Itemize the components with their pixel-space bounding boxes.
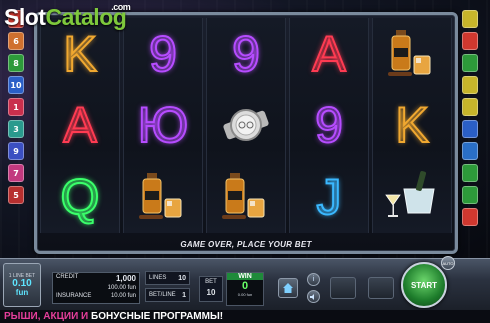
autoplay-button[interactable]: AUTO <box>441 256 455 270</box>
symbol-watch <box>207 90 285 162</box>
ticker-text: БОНУСНЫЕ ПРОГРАММЫ! <box>88 311 224 322</box>
symbol-letter: 9 <box>207 18 285 90</box>
symbol-letter: A <box>41 90 119 162</box>
home-button[interactable] <box>278 278 298 298</box>
bet-per-line-value: 1 <box>182 291 186 299</box>
symbol-glyph: 9 <box>231 25 261 82</box>
symbol-letter: 9 <box>124 18 202 90</box>
line-left-badge: 6 <box>8 32 24 50</box>
symbol-glyph: K <box>394 97 429 154</box>
line-bet-button[interactable]: 1 LINE BET 0.10 fun <box>3 263 41 307</box>
bet-per-line-label: BET/LINE <box>149 292 176 298</box>
credit-sub-value: 100.00 fun <box>107 285 136 291</box>
symbol-glyph: 9 <box>314 97 344 154</box>
logo-text-main: Slot <box>4 4 46 30</box>
win-value: 0 <box>241 280 249 292</box>
news-ticker: РЫШИ, АКЦИИ И БОНУСНЫЕ ПРОГРАММЫ! <box>0 310 490 323</box>
line-bet-unit: fun <box>15 288 29 298</box>
line-left-badge: 7 <box>8 164 24 182</box>
bet-display: BET 10 <box>199 276 223 302</box>
line-right-badge <box>462 186 478 204</box>
win-sub-value: 0.00 fun <box>237 292 253 297</box>
lines-label: LINES <box>149 275 167 281</box>
bet-per-line-selector[interactable]: BET/LINE 1 <box>145 288 190 302</box>
line-left-badge: 5 <box>8 186 24 204</box>
reel-1: KAQ <box>40 18 120 233</box>
line-right-badge <box>462 10 478 28</box>
lines-selector[interactable]: LINES 10 <box>145 271 190 285</box>
line-right-badge <box>462 164 478 182</box>
logo-text-suffix: .com <box>111 2 131 12</box>
home-icon <box>283 283 293 293</box>
line-left-badge: 1 <box>8 98 24 116</box>
line-right-badge <box>462 142 478 160</box>
gamble-slot-button[interactable] <box>330 277 356 299</box>
line-left-badge: 10 <box>8 76 24 94</box>
reel-3: 9 <box>206 18 286 233</box>
line-left-badge: 3 <box>8 120 24 138</box>
symbol-glyph: Q <box>60 169 101 226</box>
symbol-letter: J <box>290 161 368 233</box>
symbol-letter: Ю <box>124 90 202 162</box>
sound-button[interactable] <box>307 290 320 303</box>
insurance-value: 10.00 fun <box>110 293 136 299</box>
lines-value: 10 <box>178 274 186 282</box>
symbol-whiskey <box>207 161 285 233</box>
credit-display: CREDIT 1,000 100.00 fun INSURANCE 10.00 fu… <box>52 272 140 304</box>
game-status-text: GAME OVER, PLACE YOUR BET <box>180 240 312 249</box>
line-indicators-left: 2 6 8 10 1 3 9 7 5 <box>8 10 28 204</box>
symbol-glyph: 9 <box>148 25 178 82</box>
reel-4: A 9 J <box>289 18 369 233</box>
line-left-badge: 9 <box>8 142 24 160</box>
symbol-champagne <box>373 161 451 233</box>
line-left-badge: 8 <box>8 54 24 72</box>
watermark-logo: SlotCatalog .com <box>4 2 131 31</box>
speaker-icon <box>309 293 314 300</box>
line-right-badge <box>462 54 478 72</box>
symbol-glyph: K <box>62 25 97 82</box>
reel-5: K <box>372 18 452 233</box>
bet-value: 10 <box>206 288 216 297</box>
insurance-label: INSURANCE <box>56 293 92 299</box>
autoplay-label: AUTO <box>442 260 454 266</box>
symbol-whiskey <box>124 161 202 233</box>
credit-label: CREDIT <box>56 274 79 280</box>
collect-slot-button[interactable] <box>368 277 394 299</box>
line-indicators-right <box>462 10 482 226</box>
info-icon: i <box>312 276 315 283</box>
lines-controls: LINES 10 BET/LINE 1 <box>145 271 190 305</box>
symbol-glyph: A <box>311 25 346 82</box>
symbol-letter: Q <box>41 161 119 233</box>
symbol-letter: 9 <box>290 90 368 162</box>
start-label: START <box>410 280 438 290</box>
line-right-badge <box>462 98 478 116</box>
reels-frame: KAQ9Ю9A9JK GAME OVER, PLACE YOUR BET <box>34 12 458 254</box>
symbol-glyph: Ю <box>137 97 189 154</box>
line-right-badge <box>462 120 478 138</box>
symbol-letter: A <box>290 18 368 90</box>
credit-value: 1,000 <box>115 274 136 283</box>
bet-label: BET <box>205 279 217 285</box>
symbol-glyph: A <box>62 97 97 154</box>
symbol-whiskey <box>373 18 451 90</box>
reels-grid: KAQ9Ю9A9JK <box>40 18 452 233</box>
reel-2: 9Ю <box>123 18 203 233</box>
info-button[interactable]: i <box>307 273 320 286</box>
line-right-badge <box>462 32 478 50</box>
win-display: WIN 0 0.00 fun <box>226 272 264 306</box>
win-label: WIN <box>227 273 263 280</box>
symbol-letter: K <box>373 90 451 162</box>
start-button[interactable]: START <box>401 262 447 308</box>
line-right-badge <box>462 208 478 226</box>
symbol-glyph: J <box>316 169 343 226</box>
ticker-text-highlight: РЫШИ, АКЦИИ И <box>4 311 89 322</box>
line-right-badge <box>462 76 478 94</box>
